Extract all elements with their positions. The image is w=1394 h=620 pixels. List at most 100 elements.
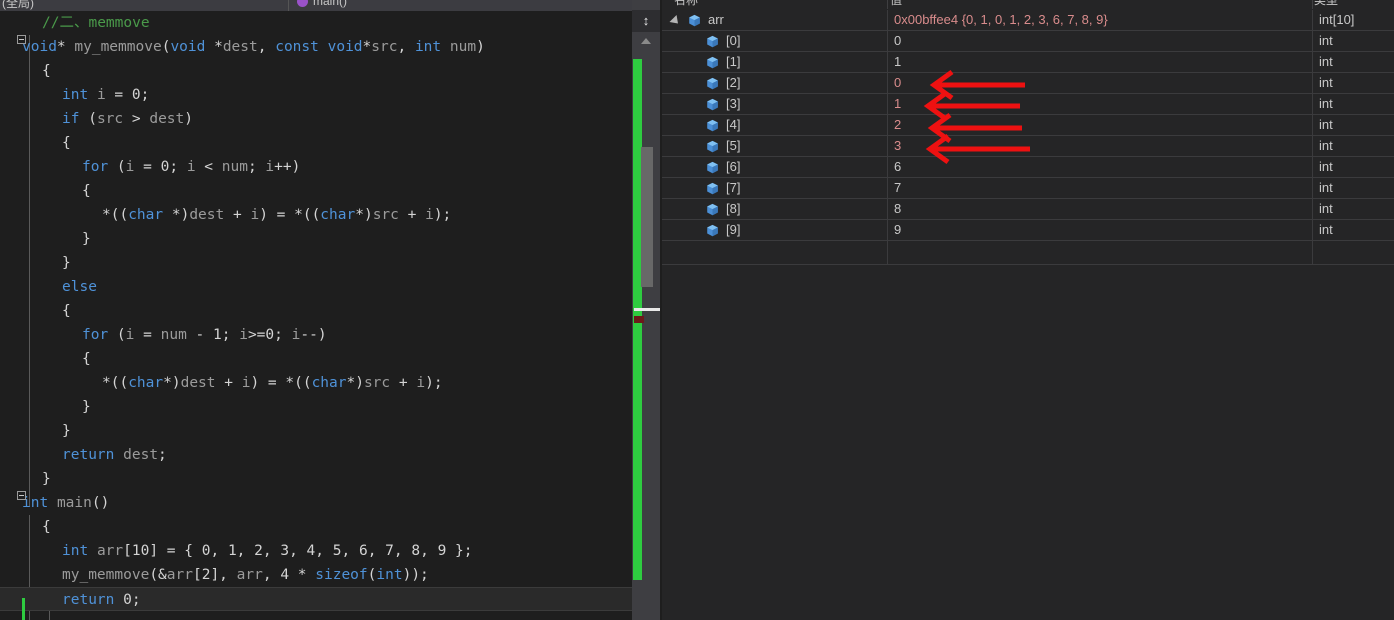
- watch-cell-name[interactable]: [5]: [662, 136, 887, 156]
- watch-cell-value[interactable]: 6: [888, 157, 1312, 177]
- watch-cell-value[interactable]: 0x00bffee4 {0, 1, 0, 1, 2, 3, 6, 7, 8, 9…: [888, 10, 1312, 30]
- code-line: *((char*)dest + i) = *((char*)src + i);: [0, 371, 632, 395]
- scrollbar-thumb[interactable]: [641, 147, 653, 287]
- variable-type: int: [1319, 201, 1333, 216]
- watch-row[interactable]: [4] 2 int: [662, 115, 1394, 136]
- watch-cell-name[interactable]: [4]: [662, 115, 887, 135]
- watch-variables-pane: 名称 值 类型 arr 0x00bffee4 {0, 1, 0, 1, 2, 3,…: [662, 0, 1394, 620]
- code-line-text: int main(): [22, 495, 110, 511]
- watch-row[interactable]: [9] 9 int: [662, 220, 1394, 241]
- variable-type: int: [1319, 33, 1333, 48]
- watch-row[interactable]: [0] 0 int: [662, 31, 1394, 52]
- code-line-text: return dest;: [62, 447, 167, 463]
- variable-name: [7]: [726, 180, 741, 195]
- scroll-up-arrow-icon[interactable]: [632, 34, 660, 48]
- code-line: my_memmove(&arr[2], arr, 4 * sizeof(int)…: [0, 563, 632, 587]
- code-line: int arr[10] = { 0, 1, 2, 3, 4, 5, 6, 7, …: [0, 539, 632, 563]
- variable-cube-icon: [706, 98, 719, 111]
- watch-cell-name[interactable]: [7]: [662, 178, 887, 198]
- variable-value: 0: [894, 75, 902, 90]
- code-line-text: {: [62, 303, 71, 319]
- watch-cell-value[interactable]: 9: [888, 220, 1312, 240]
- code-text-area[interactable]: //二、memmove void* my_memmove(void *dest, …: [0, 11, 632, 620]
- watch-cell-type: int: [1313, 136, 1394, 156]
- watch-cell-type: int: [1313, 178, 1394, 198]
- watch-cell-value[interactable]: 0: [888, 31, 1312, 51]
- collapse-toggle-icon[interactable]: [17, 491, 26, 500]
- column-header-type[interactable]: 类型: [1314, 0, 1338, 8]
- code-line: {: [0, 179, 632, 203]
- watch-row[interactable]: [5] 3 int: [662, 136, 1394, 157]
- watch-cell-value[interactable]: 1: [888, 94, 1312, 114]
- header-divider-2[interactable]: [1312, 0, 1313, 9]
- watch-cell-value[interactable]: 8: [888, 199, 1312, 219]
- split-view-icon[interactable]: ↕: [632, 10, 660, 32]
- variable-type: int: [1319, 159, 1333, 174]
- code-line-text: int arr[10] = { 0, 1, 2, 3, 4, 5, 6, 7, …: [62, 543, 473, 559]
- code-line-text: {: [62, 135, 71, 151]
- watch-cell-name[interactable]: [2]: [662, 73, 887, 93]
- column-header-name[interactable]: 名称: [674, 0, 698, 8]
- watch-row[interactable]: [8] 8 int: [662, 199, 1394, 220]
- watch-cell-value[interactable]: 7: [888, 178, 1312, 198]
- watch-row[interactable]: [3] 1 int: [662, 94, 1394, 115]
- watch-cell-name[interactable]: [1]: [662, 52, 887, 72]
- scrollbar-caret-marker: [634, 308, 660, 311]
- variable-type: int: [1319, 222, 1333, 237]
- watch-cell-type: int: [1313, 115, 1394, 135]
- watch-cell-name[interactable]: [6]: [662, 157, 887, 177]
- variable-value: 7: [894, 180, 902, 195]
- watch-row[interactable]: [7] 7 int: [662, 178, 1394, 199]
- watch-cell-name[interactable]: [8]: [662, 199, 887, 219]
- watch-cell-name[interactable]: [0]: [662, 31, 887, 51]
- code-line-text: for (i = num - 1; i>=0; i--): [82, 327, 327, 343]
- variable-name: [6]: [726, 159, 741, 174]
- watch-row[interactable]: [2] 0 int: [662, 73, 1394, 94]
- code-line: }: [0, 467, 632, 491]
- variable-name: [1]: [726, 54, 741, 69]
- variable-cube-icon: [706, 182, 719, 195]
- watch-cell-name[interactable]: [662, 241, 887, 261]
- header-divider-1[interactable]: [887, 0, 888, 9]
- nav-scope-dropdown[interactable]: (全局): [2, 0, 34, 11]
- variable-value: 3: [894, 138, 902, 153]
- watch-cell-value[interactable]: 2: [888, 115, 1312, 135]
- code-line: //二、memmove: [0, 11, 632, 35]
- code-line-text: if (src > dest): [62, 111, 193, 127]
- collapse-toggle-icon[interactable]: [17, 35, 26, 44]
- watch-cell-name[interactable]: [3]: [662, 94, 887, 114]
- watch-cell-name[interactable]: arr: [662, 10, 887, 30]
- code-line-text: return 0;: [62, 592, 141, 608]
- expander-triangle-icon[interactable]: [669, 14, 682, 28]
- watch-cell-value[interactable]: [888, 241, 1312, 261]
- scrollbar-error-marker: [634, 316, 644, 323]
- code-line-text: {: [82, 183, 91, 199]
- watch-cell-type: int: [1313, 52, 1394, 72]
- watch-cell-value[interactable]: 1: [888, 52, 1312, 72]
- watch-rows-container: arr 0x00bffee4 {0, 1, 0, 1, 2, 3, 6, 7, 8…: [662, 10, 1394, 265]
- watch-cell-name[interactable]: [9]: [662, 220, 887, 240]
- watch-row[interactable]: [1] 1 int: [662, 52, 1394, 73]
- indent-guide: [49, 611, 50, 620]
- watch-cell-type: int: [1313, 199, 1394, 219]
- code-line: {: [0, 59, 632, 83]
- variable-cube-icon: [706, 224, 719, 237]
- variable-value: 1: [894, 96, 902, 111]
- watch-row[interactable]: arr 0x00bffee4 {0, 1, 0, 1, 2, 3, 6, 7, 8…: [662, 10, 1394, 31]
- variable-value: 0x00bffee4 {0, 1, 0, 1, 2, 3, 6, 7, 8, 9…: [894, 12, 1108, 27]
- watch-cell-value[interactable]: 3: [888, 136, 1312, 156]
- code-line-text: *((char*)dest + i) = *((char*)src + i);: [102, 375, 443, 391]
- variable-type: int: [1319, 96, 1333, 111]
- code-line-text: }: [82, 399, 91, 415]
- variable-type: int: [1319, 54, 1333, 69]
- nav-function-dropdown[interactable]: main(): [313, 0, 347, 8]
- watch-cell-type: int: [1313, 220, 1394, 240]
- watch-cell-value[interactable]: 0: [888, 73, 1312, 93]
- variable-cube-icon: [706, 77, 719, 90]
- watch-empty-row[interactable]: [662, 241, 1394, 265]
- variable-name: arr: [708, 12, 724, 27]
- column-header-value[interactable]: 值: [890, 0, 902, 8]
- watch-cell-type: int[10]: [1313, 10, 1394, 30]
- watch-cell-type: [1313, 241, 1394, 261]
- watch-row[interactable]: [6] 6 int: [662, 157, 1394, 178]
